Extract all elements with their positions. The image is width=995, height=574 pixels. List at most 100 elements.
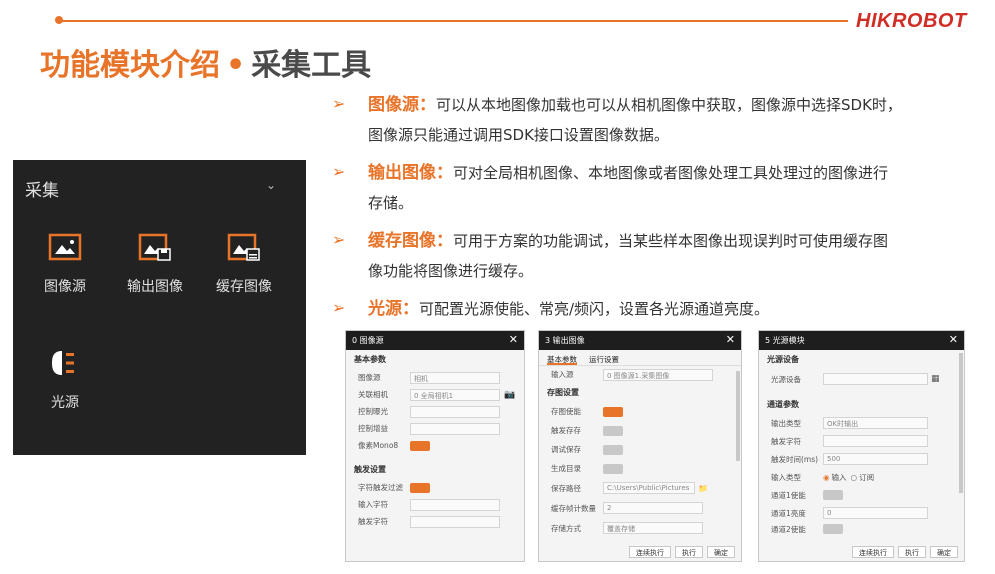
close-icon[interactable]: ✕ [949, 333, 958, 346]
section-title: 光源设备 [767, 355, 799, 364]
run-continuous-button[interactable]: 连续执行 [852, 546, 894, 558]
title-separator: • [226, 48, 246, 83]
param-label: 关联相机 [358, 390, 388, 399]
param-row: 触发存存 [539, 421, 741, 440]
input-source-field[interactable]: 0 图像源1.采集图像 [603, 368, 713, 381]
ok-button[interactable]: 确定 [707, 546, 735, 558]
debug-save-toggle[interactable] [603, 444, 623, 455]
dialog-header: 3 输出图像 ✕ [539, 331, 741, 350]
image-source-select[interactable]: 相机 [410, 371, 500, 384]
close-icon[interactable]: ✕ [509, 333, 518, 346]
tool-label: 输出图像 [127, 279, 183, 295]
param-label: 通道2使能 [771, 524, 806, 534]
channel2-enable-toggle[interactable] [823, 524, 843, 534]
param-row: 控制增益 [346, 420, 524, 437]
param-row: 保存路径 C:\Users\Public\Pictures 📁 [539, 478, 741, 498]
capture-tool-panel: 采集 ⌄ 图像源 输出图像 缓存图像 光源 [13, 160, 306, 455]
title-sub: 采集工具 [251, 48, 372, 83]
save-path-field[interactable]: C:\Users\Public\Pictures [603, 482, 695, 494]
output-type-select[interactable]: OK时输出 [823, 417, 928, 429]
channel1-enable-toggle[interactable] [823, 490, 843, 500]
char-filter-toggle[interactable] [410, 482, 430, 493]
arrow-icon: ➢ [332, 230, 346, 249]
light-device-field[interactable] [823, 373, 928, 385]
trigger-time-field[interactable]: 500 [823, 453, 928, 465]
param-label: 存图使能 [551, 407, 581, 416]
tool-image-source[interactable]: 图像源 [25, 232, 105, 296]
param-label: 触发字符 [358, 517, 388, 526]
close-icon[interactable]: ✕ [726, 333, 735, 346]
tool-cache-image[interactable]: 缓存图像 [204, 232, 284, 296]
dialog-footer: 连续执行 执行 确定 [539, 543, 741, 561]
dialog-title: 3 输出图像 [545, 336, 585, 345]
run-button[interactable]: 执行 [675, 546, 703, 558]
panel-title: 采集 [25, 181, 59, 201]
folder-icon[interactable]: 📁 [698, 484, 708, 493]
param-label: 通道1使能 [771, 490, 806, 500]
bullet-text: 像功能将图像进行缓存。 [368, 262, 534, 280]
run-button[interactable]: 执行 [898, 546, 926, 558]
arrow-icon: ➢ [332, 298, 346, 317]
trigger-save-toggle[interactable] [603, 425, 623, 436]
param-label: 触发字符 [771, 436, 801, 446]
param-label: 输入类型 [771, 472, 801, 482]
save-enable-toggle[interactable] [603, 406, 623, 417]
grid-icon[interactable]: ▦ [931, 374, 940, 384]
param-row: 通道2使能 [759, 522, 964, 536]
gen-dir-toggle[interactable] [603, 463, 623, 474]
param-label: 输入源 [551, 370, 574, 379]
param-row: 字符触发过滤 [346, 479, 524, 496]
arrow-icon: ➢ [332, 94, 346, 113]
section-title: 通道参数 [767, 400, 799, 409]
tool-label: 光源 [51, 395, 79, 411]
bullet-text: 存储。 [368, 194, 414, 212]
gain-field[interactable] [410, 422, 500, 435]
run-continuous-button[interactable]: 连续执行 [629, 546, 671, 558]
param-row: 缓存帧计数量 2 [539, 498, 741, 518]
camera-select[interactable]: 0 全局相机1 [410, 388, 500, 401]
tool-output-image[interactable]: 输出图像 [115, 232, 195, 296]
param-row: 生成目录 [539, 459, 741, 478]
param-row: 调试保存 [539, 440, 741, 459]
trigger-char-field[interactable] [410, 515, 500, 528]
radio-subscribe-icon[interactable]: ○ [851, 473, 858, 482]
radio-subscribe-label: 订阅 [859, 472, 875, 482]
param-label: 触发存存 [551, 426, 581, 435]
param-row: 输出类型 OK时输出 [759, 414, 964, 432]
image-source-dialog: 0 图像源 ✕ 基本参数 图像源 相机 关联相机 0 全局相机1 📷 控制曝光 控制增益… [345, 330, 525, 562]
list-item: ➢ 输出图像：可对全局相机图像、本地图像或者图像处理工具处理过的图像进行 存储。 [332, 158, 972, 218]
list-item: ➢ 缓存图像：可用于方案的功能调试，当某些样本图像出现误判时可使用缓存图 像功能将… [332, 226, 972, 286]
brand-logo: HIKROBOT [856, 10, 967, 32]
tab-basic[interactable]: 基本参数 [547, 354, 577, 365]
exposure-field[interactable] [410, 405, 500, 418]
channel1-brightness-field[interactable]: 0 [823, 507, 928, 519]
bullet-text: 可配置光源使能、常亮/频闪，设置各光源通道亮度。 [419, 300, 770, 318]
bullet-name: 图像源： [368, 95, 436, 115]
cache-count-field[interactable]: 2 [603, 502, 703, 514]
trigger-char-field[interactable] [823, 435, 928, 447]
bullet-text: 图像源只能通过调用SDK接口设置图像数据。 [368, 126, 669, 144]
param-row: 关联相机 0 全局相机1 📷 [346, 386, 524, 403]
param-row: 触发字符 [759, 432, 964, 450]
param-row: 触发字符 [346, 513, 524, 530]
cache-image-icon [227, 233, 260, 261]
param-label: 触发时间(ms) [771, 454, 819, 464]
mono8-toggle[interactable] [410, 440, 430, 451]
tab-run[interactable]: 运行设置 [589, 354, 619, 365]
param-row: 输入源 0 图像源1.采集图像 [539, 366, 741, 383]
input-char-field[interactable] [410, 498, 500, 511]
param-row: 通道1亮度 0 [759, 504, 964, 522]
param-label: 图像源 [358, 373, 381, 382]
save-mode-select[interactable]: 覆盖存储 [603, 522, 703, 534]
scrollbar[interactable] [959, 353, 963, 493]
param-label: 字符触发过滤 [358, 483, 403, 492]
tool-label: 缓存图像 [216, 279, 272, 295]
tool-light-source[interactable]: 光源 [25, 348, 105, 412]
bullet-text: 可以从本地图像加载也可以从相机图像中获取，图像源中选择SDK时， [436, 96, 902, 114]
scrollbar[interactable] [736, 371, 740, 461]
radio-input-icon[interactable]: ◉ [823, 473, 830, 482]
ok-button[interactable]: 确定 [930, 546, 958, 558]
chevron-down-icon[interactable]: ⌄ [266, 178, 276, 192]
camera-icon[interactable]: 📷 [504, 390, 515, 400]
param-row: 存储方式 覆盖存储 [539, 518, 741, 538]
